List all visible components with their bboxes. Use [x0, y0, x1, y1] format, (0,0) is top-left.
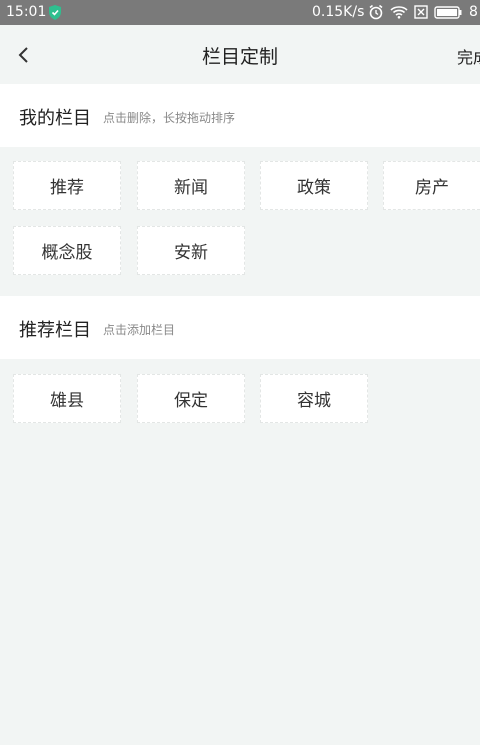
- recommend-column-chip[interactable]: 容城: [260, 374, 368, 423]
- battery-icon: [434, 5, 462, 19]
- my-columns-hint: 点击删除，长按拖动排序: [103, 111, 236, 125]
- shield-icon: [49, 5, 61, 20]
- recommend-columns-title: 推荐栏目: [19, 320, 91, 341]
- my-column-chip[interactable]: 新闻: [137, 161, 245, 210]
- status-icons: [368, 4, 462, 20]
- recommend-column-chip[interactable]: 雄县: [13, 374, 121, 423]
- recommend-columns-hint: 点击添加栏目: [103, 323, 176, 337]
- my-column-chip[interactable]: 政策: [260, 161, 368, 210]
- status-bar: 15:01 0.15K/s 8: [0, 0, 480, 25]
- my-columns-header: 我的栏目 点击删除，长按拖动排序: [0, 84, 480, 147]
- recommend-column-chip[interactable]: 保定: [137, 374, 245, 423]
- my-column-chip[interactable]: 概念股: [13, 226, 121, 275]
- my-columns-title: 我的栏目: [19, 108, 91, 129]
- recommend-columns-header: 推荐栏目 点击添加栏目: [0, 296, 480, 359]
- my-column-chip[interactable]: 房产: [383, 161, 480, 210]
- status-time: 15:01: [6, 4, 47, 20]
- nav-bar: 栏目定制 完成: [0, 25, 480, 85]
- done-button[interactable]: 完成: [457, 44, 480, 68]
- my-column-chip[interactable]: 安新: [137, 226, 245, 275]
- sim-card-icon: [414, 5, 428, 19]
- my-column-chip[interactable]: 推荐: [13, 161, 121, 210]
- page-title: 栏目定制: [201, 46, 278, 68]
- wifi-icon: [390, 6, 408, 19]
- net-speed: 0.15K/s: [312, 4, 365, 20]
- alarm-icon: [369, 4, 383, 20]
- battery-level: 8: [469, 4, 478, 20]
